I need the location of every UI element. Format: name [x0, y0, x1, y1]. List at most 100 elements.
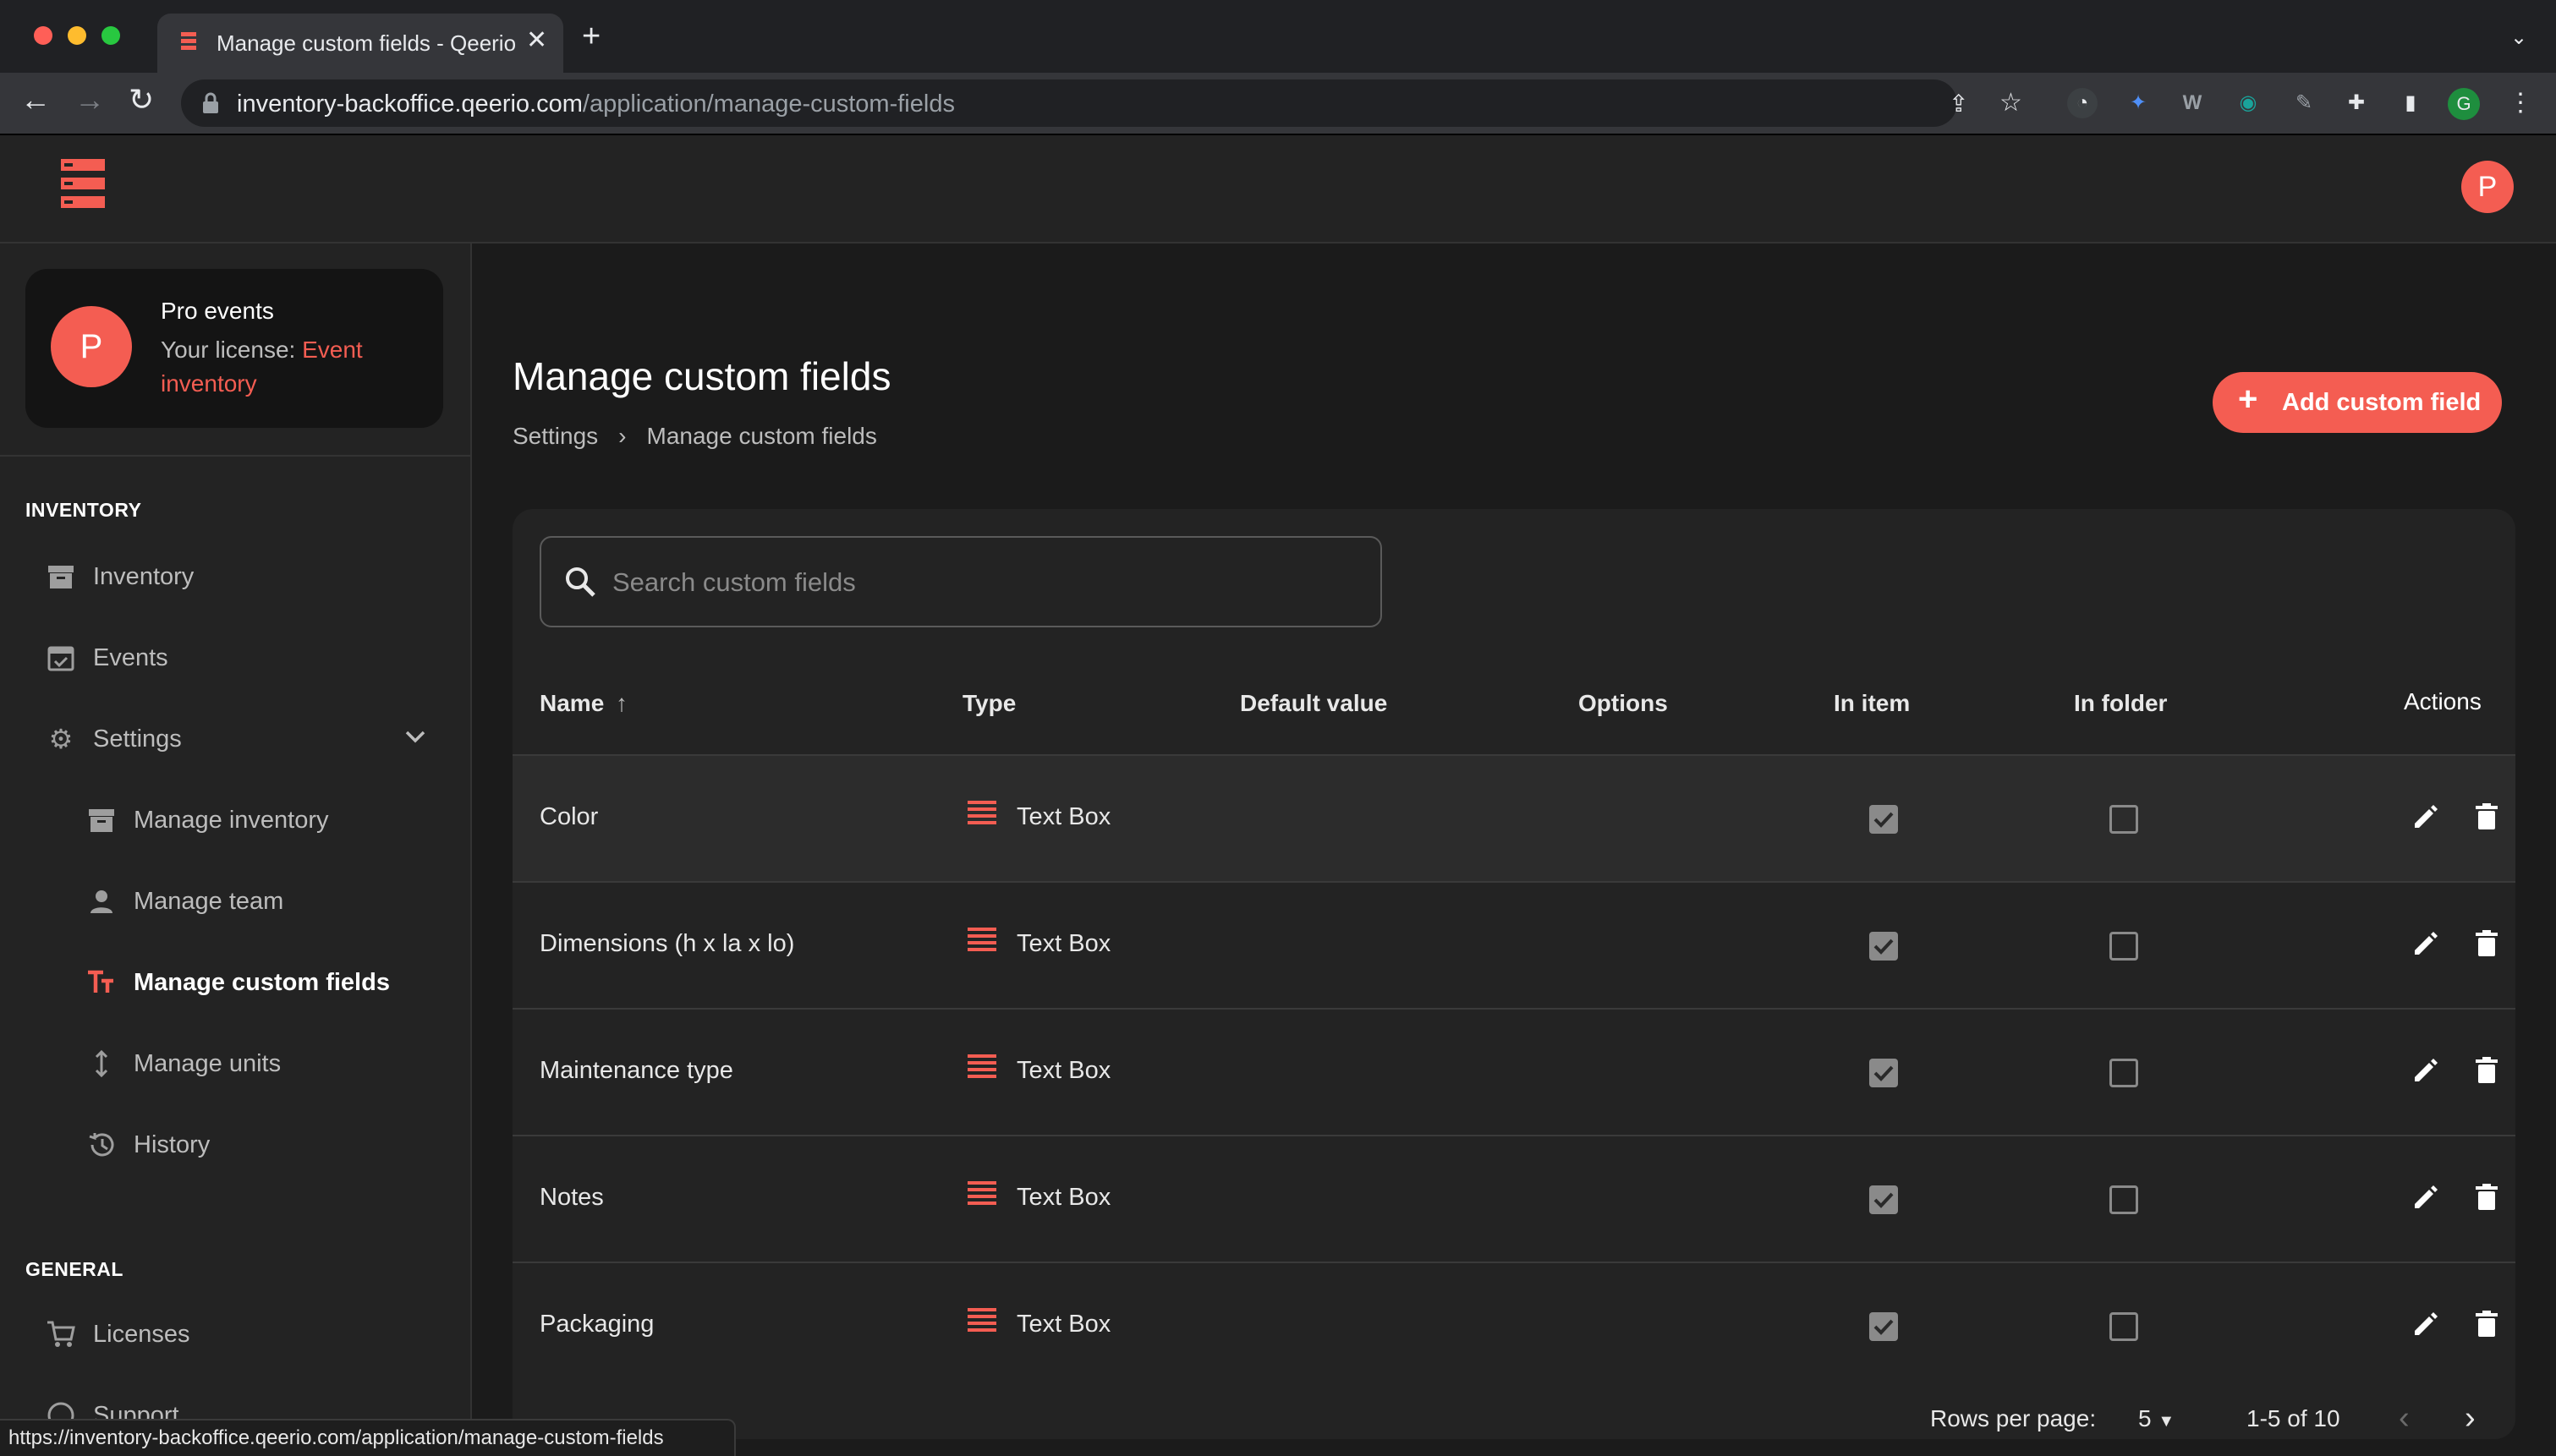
sidebar-item-label: Inventory — [93, 563, 195, 590]
edit-pencil-icon[interactable] — [2411, 1182, 2441, 1212]
sidebar-item-history[interactable]: History — [25, 1111, 445, 1179]
field-name: Maintenance type — [540, 1057, 733, 1084]
extensions-puzzle-icon[interactable]: ✚ — [2341, 88, 2372, 118]
search-field[interactable] — [540, 536, 1382, 627]
table-row[interactable]: Color Text Box — [513, 754, 2515, 881]
column-header-actions: Actions — [2404, 688, 2482, 714]
extension-password-icon[interactable]: ◔ — [2067, 88, 2098, 118]
in-item-checkbox[interactable] — [1869, 805, 1898, 834]
in-folder-checkbox[interactable] — [2109, 932, 2138, 961]
extension-pen-icon[interactable]: ✎ — [2289, 88, 2319, 118]
in-folder-checkbox[interactable] — [2109, 1312, 2138, 1341]
rows-per-page-select[interactable]: 5 ▼ — [2138, 1405, 2175, 1432]
organization-avatar: P — [51, 306, 132, 387]
extension-w-icon[interactable]: W — [2177, 88, 2208, 118]
edit-pencil-icon[interactable] — [2411, 1309, 2441, 1339]
close-window-button[interactable] — [34, 26, 52, 45]
pagination: Rows per page: 5 ▼ 1-5 of 10 ‹ › — [513, 1395, 2515, 1439]
qeerio-favicon-icon — [181, 32, 196, 50]
sidebar-item-settings[interactable]: ⚙ Settings — [25, 705, 445, 773]
sidebar-item-licenses[interactable]: Licenses — [25, 1300, 445, 1368]
gear-icon: ⚙ — [48, 724, 74, 754]
delete-trash-icon[interactable] — [2471, 1055, 2502, 1086]
delete-trash-icon[interactable] — [2471, 928, 2502, 959]
column-header-in-item: In item — [1834, 690, 1911, 716]
in-item-checkbox[interactable] — [1869, 932, 1898, 961]
in-folder-checkbox[interactable] — [2109, 805, 2138, 834]
user-avatar[interactable]: P — [2461, 161, 2514, 213]
delete-trash-icon[interactable] — [2471, 1182, 2502, 1212]
side-panel-icon[interactable]: ▮ — [2395, 88, 2426, 118]
previous-page-icon[interactable]: ‹ — [2399, 1400, 2410, 1437]
field-type: Text Box — [1017, 1057, 1111, 1084]
edit-pencil-icon[interactable] — [2411, 802, 2441, 832]
sidebar-item-manage-units[interactable]: Manage units — [25, 1030, 445, 1097]
qeerio-logo-icon[interactable] — [61, 159, 105, 210]
check-icon — [1873, 939, 1894, 955]
archive-icon — [89, 809, 114, 832]
search-input[interactable] — [611, 561, 1358, 604]
forward-arrow-icon[interactable]: → — [74, 85, 105, 115]
sort-arrow-up-icon[interactable]: ↑ — [616, 690, 628, 716]
profile-avatar[interactable]: G — [2448, 88, 2480, 120]
browser-tab[interactable]: Manage custom fields - Qeerio ✕ — [157, 14, 563, 73]
sidebar-item-manage-custom-fields[interactable]: Manage custom fields — [25, 949, 445, 1016]
next-page-icon[interactable]: › — [2465, 1400, 2476, 1437]
tab-close-icon[interactable]: ✕ — [526, 25, 547, 55]
edit-pencil-icon[interactable] — [2411, 928, 2441, 959]
address-bar[interactable]: inventory-backoffice.qeerio.com/applicat… — [181, 79, 2022, 127]
column-header-type: Type — [963, 690, 1017, 716]
column-header-default-value: Default value — [1240, 690, 1388, 716]
table-row[interactable]: Dimensions (h x la x lo) Text Box — [513, 881, 2515, 1008]
section-inventory-heading: INVENTORY — [25, 499, 142, 521]
sidebar-item-events[interactable]: Events — [25, 624, 445, 692]
text-fields-icon — [88, 970, 113, 993]
sidebar-item-label: Manage inventory — [134, 807, 329, 834]
sidebar-item-inventory[interactable]: Inventory — [25, 543, 445, 610]
sidebar-item-label: Support — [93, 1402, 179, 1419]
sidebar-item-manage-inventory[interactable]: Manage inventory — [25, 786, 445, 854]
tab-search-chevron-icon[interactable]: ⌄ — [2510, 25, 2527, 50]
reload-icon[interactable]: ↻ — [129, 85, 154, 115]
column-header-in-folder: In folder — [2074, 690, 2168, 716]
table-row[interactable]: Packaging Text Box — [513, 1262, 2515, 1388]
lock-icon — [203, 92, 218, 113]
in-folder-checkbox[interactable] — [2109, 1059, 2138, 1087]
breadcrumb: Settings › Manage custom fields — [513, 423, 877, 450]
add-custom-field-button[interactable]: + Add custom field — [2213, 372, 2502, 433]
check-icon — [1873, 812, 1894, 828]
new-tab-icon[interactable]: + — [582, 20, 601, 52]
sidebar-item-manage-team[interactable]: Manage team — [25, 868, 445, 935]
browser-toolbar: ← → ↻ inventory-backoffice.qeerio.com/ap… — [0, 73, 2556, 135]
in-item-checkbox[interactable] — [1869, 1185, 1898, 1214]
field-type: Text Box — [1017, 803, 1111, 830]
custom-fields-card: Name ↑ Type Default value Options In ite… — [513, 509, 2515, 1439]
extension-teal-icon[interactable]: ◉ — [2233, 88, 2263, 118]
maximize-window-button[interactable] — [101, 26, 120, 45]
edit-pencil-icon[interactable] — [2411, 1055, 2441, 1086]
check-icon — [1873, 1065, 1894, 1081]
archive-icon — [48, 566, 74, 588]
minimize-window-button[interactable] — [68, 26, 86, 45]
extension-tool-icon[interactable]: ✦ — [2123, 88, 2153, 118]
bookmark-star-icon[interactable]: ☆ — [1999, 88, 2022, 118]
field-name: Color — [540, 803, 599, 830]
sidebar-item-support[interactable]: Support — [25, 1382, 445, 1419]
breadcrumb-settings[interactable]: Settings — [513, 423, 598, 449]
in-item-checkbox[interactable] — [1869, 1312, 1898, 1341]
column-header-options: Options — [1578, 690, 1668, 716]
license-info: Your license: Event inventory — [161, 333, 414, 401]
in-folder-checkbox[interactable] — [2109, 1185, 2138, 1214]
sidebar-divider — [0, 455, 470, 457]
column-header-name[interactable]: Name ↑ — [540, 690, 628, 717]
table-row[interactable]: Maintenance type Text Box — [513, 1008, 2515, 1135]
back-arrow-icon[interactable]: ← — [20, 85, 51, 115]
table-row[interactable]: Notes Text Box — [513, 1135, 2515, 1262]
chevron-down-icon[interactable] — [404, 729, 426, 746]
share-icon[interactable]: ⇪ — [1949, 90, 1968, 118]
delete-trash-icon[interactable] — [2471, 1309, 2502, 1339]
delete-trash-icon[interactable] — [2471, 802, 2502, 832]
browser-menu-icon[interactable]: ⋮ — [2505, 88, 2536, 118]
in-item-checkbox[interactable] — [1869, 1059, 1898, 1087]
add-custom-field-label: Add custom field — [2282, 389, 2482, 416]
